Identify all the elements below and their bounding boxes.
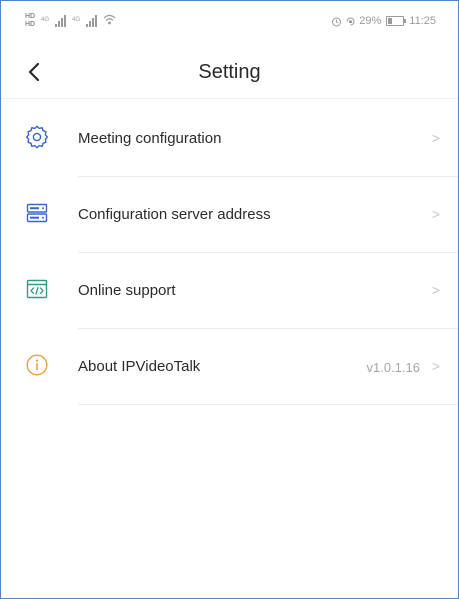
app-screen: HD HD 4G 4G 29% 11:25 Setting Meeting co… xyxy=(0,0,459,599)
code-window-icon xyxy=(26,279,48,299)
rotation-lock-icon xyxy=(346,17,355,25)
info-icon xyxy=(26,354,48,376)
page-title: Setting xyxy=(198,61,261,83)
settings-list: Meeting configuration > Configuration se… xyxy=(1,101,458,405)
alarm-icon xyxy=(332,17,342,26)
signal-icon xyxy=(55,15,67,27)
status-bar-left: HD HD 4G 4G xyxy=(25,13,116,29)
chevron-right-icon: > xyxy=(431,282,440,298)
wifi-icon xyxy=(103,14,116,25)
signal-icon-2 xyxy=(86,15,98,27)
settings-item-label: Configuration server address xyxy=(78,206,271,223)
sim1-tag: 4G xyxy=(41,17,50,23)
sim-bottom-label: HD xyxy=(25,21,36,28)
settings-item-label: Meeting configuration xyxy=(78,130,222,147)
server-icon xyxy=(26,203,48,223)
sim2-tag: 4G xyxy=(72,17,81,23)
settings-item-about-ipvideotalk[interactable]: About IPVideoTalk v1.0.1.16 > xyxy=(1,329,458,405)
version-label: v1.0.1.16 xyxy=(366,360,421,375)
settings-item-label: About IPVideoTalk xyxy=(78,358,201,375)
status-bar-right: 29% 11:25 xyxy=(331,15,436,27)
chevron-right-icon: > xyxy=(431,130,440,146)
settings-item-configuration-server-address[interactable]: Configuration server address > xyxy=(1,177,458,253)
battery-percentage: 29% xyxy=(359,15,382,27)
row-divider xyxy=(78,404,458,405)
navigation-bar: Setting xyxy=(1,49,458,99)
settings-item-meeting-configuration[interactable]: Meeting configuration > xyxy=(1,101,458,177)
chevron-right-icon: > xyxy=(431,358,440,374)
status-bar: HD HD 4G 4G 29% 11:25 xyxy=(1,1,458,41)
settings-item-label: Online support xyxy=(78,282,176,299)
sim-indicator: HD HD xyxy=(25,13,35,29)
gear-icon xyxy=(26,125,48,149)
sim-top-label: HD xyxy=(25,13,36,20)
status-time: 11:25 xyxy=(409,15,436,27)
battery-icon xyxy=(386,16,407,26)
chevron-right-icon: > xyxy=(431,206,440,222)
settings-item-online-support[interactable]: Online support > xyxy=(1,253,458,329)
header-divider xyxy=(1,98,458,99)
